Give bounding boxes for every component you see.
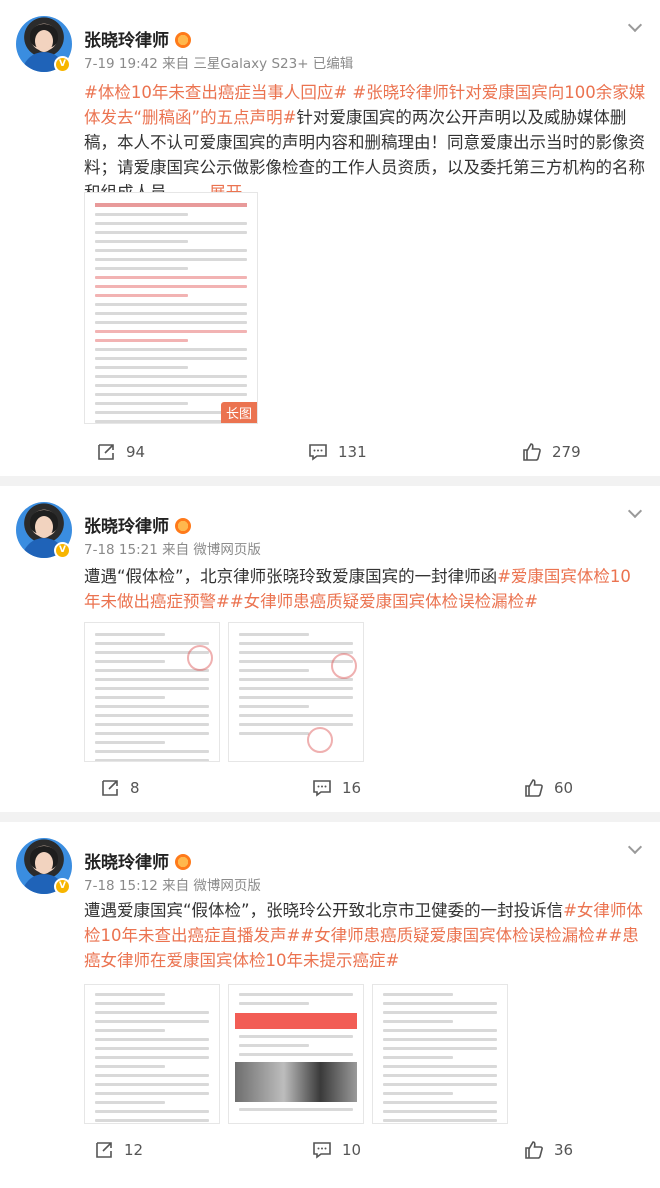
weibo-post: V 张晓玲律师 7-18 15:12 来自 微博网页版 遭遇爱康国宾“假体检”，… [0, 822, 660, 1188]
like-count: 60 [554, 779, 574, 797]
chevron-down-icon[interactable] [627, 17, 643, 33]
repost-icon [98, 444, 114, 460]
like-count: 279 [552, 443, 581, 461]
comment-icon [313, 780, 331, 797]
like-icon [525, 1141, 543, 1159]
hashtag[interactable]: #体检10年未查出癌症当事人回应# [84, 83, 347, 102]
comment-icon [309, 444, 327, 461]
fan-badge-icon [175, 518, 191, 534]
like-button[interactable]: 36 [524, 1140, 573, 1160]
hashtag[interactable]: #女律师患癌质疑爱康国宾体检误检漏检# [300, 926, 608, 945]
author-name-wrap[interactable]: 张晓玲律师 [84, 848, 191, 873]
like-button[interactable]: 279 [522, 442, 581, 462]
repost-icon [102, 780, 118, 796]
author-name[interactable]: 张晓玲律师 [84, 31, 169, 51]
post-text: 遭遇爱康国宾“假体检”，张晓玲公开致北京市卫健委的一封投诉信#女律师体检10年未… [84, 898, 646, 973]
repost-count: 8 [130, 779, 140, 797]
chevron-down-icon[interactable] [627, 503, 643, 519]
post-meta: 7-19 19:42 来自 三星Galaxy S23+ 已编辑 [84, 56, 354, 72]
post-meta: 7-18 15:21 来自 微博网页版 [84, 542, 261, 558]
post-text: 遭遇“假体检”，北京律师张晓玲致爱康国宾的一封律师函#爱康国宾体检10年未做出癌… [84, 564, 646, 614]
action-bar: 12 10 36 [0, 1140, 660, 1170]
image-thumbnail[interactable] [84, 984, 220, 1124]
comment-icon [313, 1142, 331, 1159]
action-bar: 8 16 60 [0, 778, 660, 808]
verified-badge-icon: V [54, 878, 71, 895]
text-span: 遭遇爱康国宾“假体检”，张晓玲公开致北京市卫健委的一封投诉信 [84, 901, 564, 920]
author-name[interactable]: 张晓玲律师 [84, 517, 169, 537]
repost-button[interactable]: 8 [100, 778, 140, 798]
comment-button[interactable]: 16 [312, 778, 361, 798]
post-meta: 7-18 15:12 来自 微博网页版 [84, 878, 261, 894]
comment-button[interactable]: 10 [312, 1140, 361, 1160]
image-thumbnail[interactable] [372, 984, 508, 1124]
like-icon [523, 443, 541, 461]
like-icon [525, 779, 543, 797]
long-image-badge: 长图 [220, 402, 257, 423]
comment-count: 16 [342, 779, 362, 797]
repost-count: 94 [126, 443, 146, 461]
repost-button[interactable]: 12 [94, 1140, 143, 1160]
repost-count: 12 [124, 1141, 144, 1159]
long-image-thumbnail[interactable]: 长图 [84, 192, 258, 424]
verified-badge-icon: V [54, 542, 71, 559]
weibo-post: V 张晓玲律师 7-19 19:42 来自 三星Galaxy S23+ 已编辑 … [0, 0, 660, 476]
weibo-post: V 张晓玲律师 7-18 15:21 来自 微博网页版 遭遇“假体检”，北京律师… [0, 486, 660, 812]
text-span: 遭遇“假体检”，北京律师张晓玲致爱康国宾的一封律师函 [84, 567, 498, 586]
fan-badge-icon [175, 854, 191, 870]
like-button[interactable]: 60 [524, 778, 573, 798]
image-thumbnail[interactable] [228, 622, 364, 762]
verified-badge-icon: V [54, 56, 71, 73]
author-name-wrap[interactable]: 张晓玲律师 [84, 512, 191, 537]
image-thumbnail[interactable] [228, 984, 364, 1124]
image-thumbnail[interactable] [84, 622, 220, 762]
hashtag[interactable]: #女律师患癌质疑爱康国宾体检误检漏检# [230, 592, 538, 611]
action-bar: 94 131 279 [0, 442, 660, 472]
comment-button[interactable]: 131 [308, 442, 367, 462]
comment-count: 131 [338, 443, 367, 461]
repost-icon [96, 1142, 112, 1158]
author-name[interactable]: 张晓玲律师 [84, 853, 169, 873]
fan-badge-icon [175, 32, 191, 48]
chevron-down-icon[interactable] [627, 839, 643, 855]
author-name-wrap[interactable]: 张晓玲律师 [84, 26, 191, 51]
post-text: #体检10年未查出癌症当事人回应# #张晓玲律师针对爱康国宾向100余家媒体发去… [84, 80, 646, 205]
like-count: 36 [554, 1141, 574, 1159]
comment-count: 10 [342, 1141, 362, 1159]
repost-button[interactable]: 94 [96, 442, 145, 462]
